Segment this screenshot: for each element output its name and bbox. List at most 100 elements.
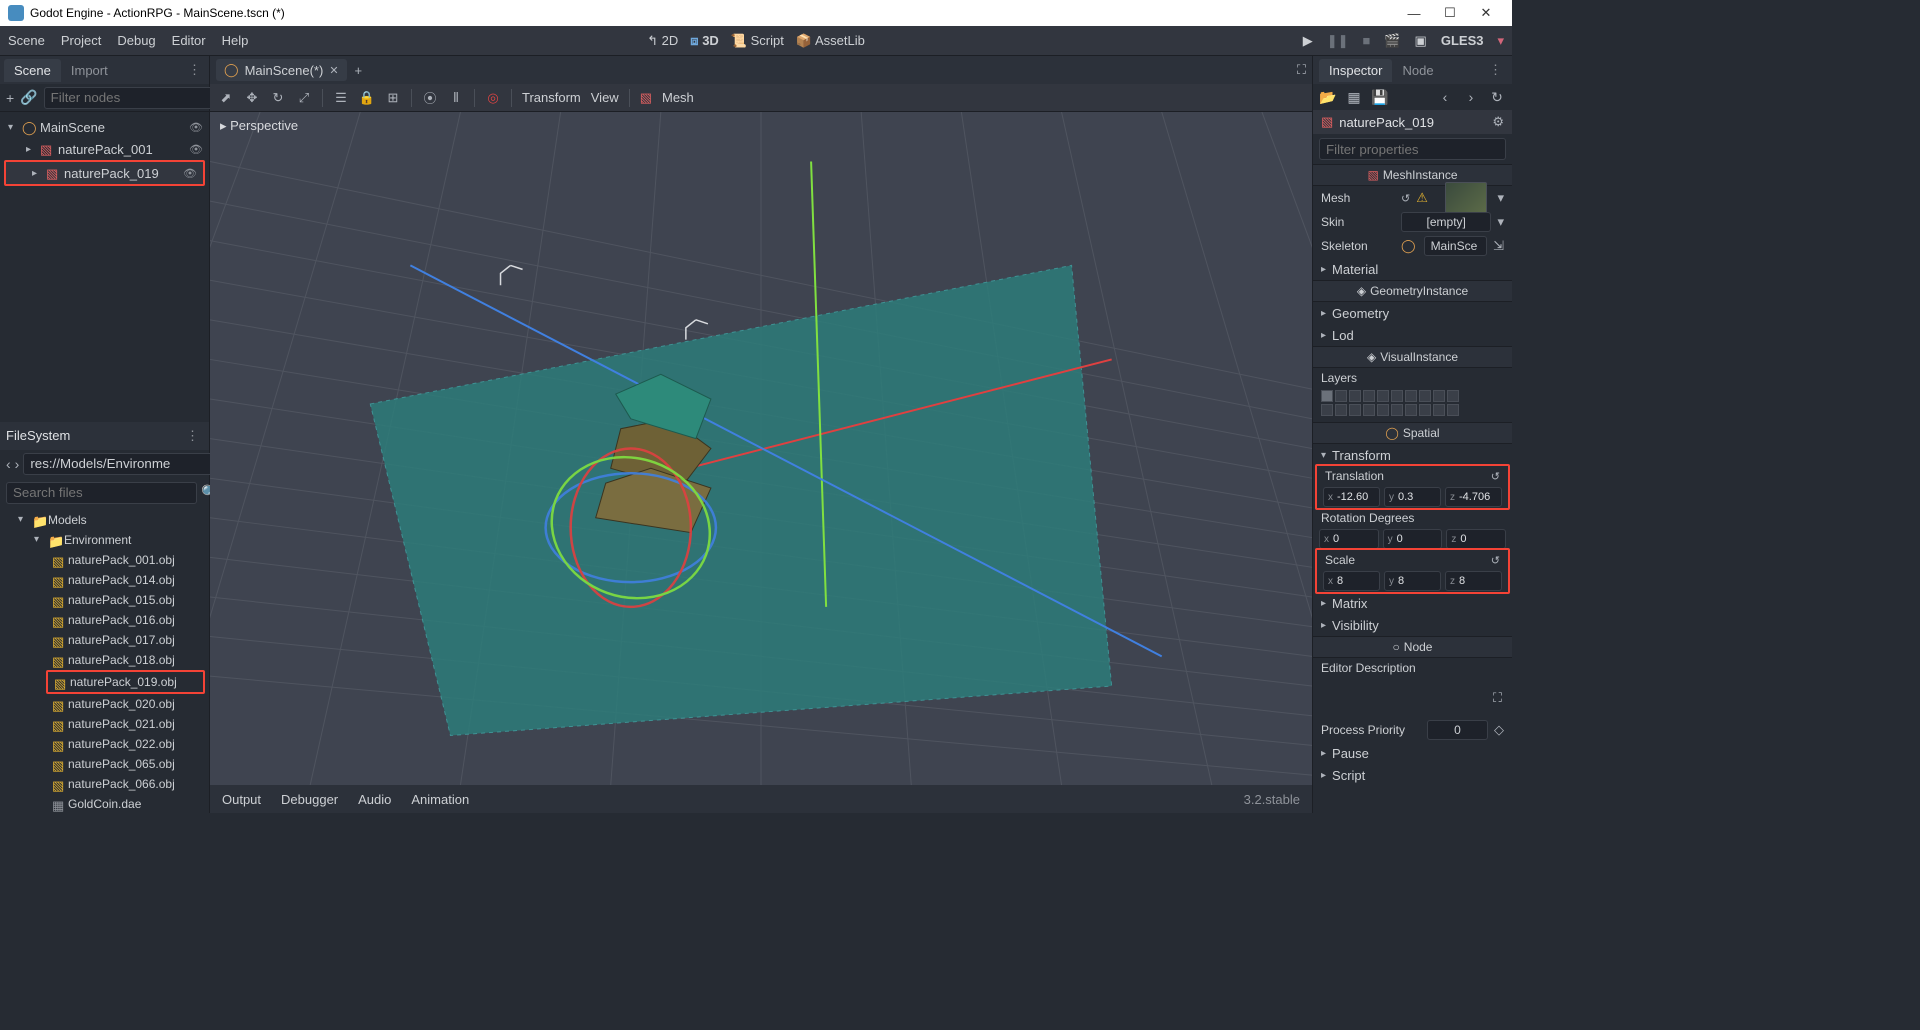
history-forward-icon[interactable]: › — [1462, 88, 1480, 106]
file-row[interactable]: ▧naturePack_065.obj — [0, 754, 209, 774]
perspective-label[interactable]: ▸ Perspective — [220, 118, 298, 134]
scale-tool-icon[interactable]: ⤢ — [296, 90, 312, 106]
history-back-icon[interactable]: ‹ — [1436, 88, 1454, 106]
visibility-toggle-icon[interactable]: 👁 — [189, 121, 203, 134]
nav-back-button[interactable]: ‹ — [6, 455, 11, 473]
expander-transform[interactable]: ▾Transform — [1313, 444, 1512, 466]
file-row[interactable]: ▧naturePack_016.obj — [0, 610, 209, 630]
reset-mesh-icon[interactable]: ↺ — [1401, 192, 1410, 205]
pause-button[interactable]: ❚❚ — [1327, 33, 1349, 49]
view-menu[interactable]: View — [591, 90, 619, 105]
file-row[interactable]: ▧naturePack_017.obj — [0, 630, 209, 650]
viewport-3d[interactable]: ▸ Perspective — [210, 112, 1312, 785]
tab-audio[interactable]: Audio — [358, 792, 391, 807]
file-row[interactable]: ▾📁Models — [0, 510, 209, 530]
play-custom-button[interactable]: ▣ — [1415, 33, 1427, 49]
maximize-button[interactable]: ☐ — [1432, 5, 1468, 21]
snap-icon[interactable]: ⫴ — [448, 90, 464, 106]
translation-y-input[interactable]: y0.3 — [1384, 487, 1441, 507]
file-row[interactable]: ▦GoldCoin.dae — [0, 794, 209, 814]
minimize-button[interactable]: — — [1396, 6, 1432, 21]
prop-skeleton-value[interactable]: MainSce — [1424, 236, 1488, 256]
save-resource-icon[interactable]: 💾 — [1371, 88, 1389, 106]
rotate-tool-icon[interactable]: ↻ — [270, 90, 286, 106]
file-row[interactable]: ▧naturePack_001.obj — [0, 550, 209, 570]
expander-script[interactable]: ▸Script — [1313, 764, 1512, 786]
mesh-menu[interactable]: Mesh — [662, 90, 694, 105]
menu-scene[interactable]: Scene — [8, 33, 45, 48]
scene-tree-item[interactable]: ▾◯MainScene👁 — [0, 116, 209, 138]
path-input[interactable] — [23, 453, 214, 475]
file-row[interactable]: ▧naturePack_015.obj — [0, 590, 209, 610]
tab-node[interactable]: Node — [1392, 59, 1443, 82]
editor-3d-button[interactable]: ⧈ 3D — [690, 33, 719, 49]
visibility-toggle-icon[interactable]: 👁 — [183, 167, 197, 180]
editor-assetlib-button[interactable]: 📦 AssetLib — [796, 33, 865, 49]
file-row[interactable]: ▧naturePack_018.obj — [0, 650, 209, 670]
translation-z-input[interactable]: z-4.706 — [1445, 487, 1502, 507]
file-row[interactable]: ▧naturePack_020.obj — [0, 694, 209, 714]
tab-inspector[interactable]: Inspector — [1319, 59, 1392, 82]
file-row[interactable]: ▧naturePack_019.obj — [48, 672, 203, 692]
inspector-menu-icon[interactable]: ⋮ — [1485, 62, 1506, 78]
move-tool-icon[interactable]: ✥ — [244, 90, 260, 106]
visibility-toggle-icon[interactable]: 👁 — [189, 143, 203, 156]
tab-output[interactable]: Output — [222, 792, 261, 807]
menu-debug[interactable]: Debug — [117, 33, 155, 48]
expander-geometry[interactable]: ▸Geometry — [1313, 302, 1512, 324]
history-menu-icon[interactable]: ↻ — [1488, 88, 1506, 106]
scene-tree-item[interactable]: ▸▧naturePack_001👁 — [0, 138, 209, 160]
dropdown-icon[interactable]: ▾ — [1497, 190, 1504, 206]
node-settings-icon[interactable]: ⚙ — [1492, 114, 1504, 130]
filter-properties-input[interactable] — [1319, 138, 1506, 160]
file-row[interactable]: ▧naturePack_022.obj — [0, 734, 209, 754]
file-row[interactable]: ▧naturePack_014.obj — [0, 570, 209, 590]
process-priority-value[interactable]: 0 — [1427, 720, 1488, 740]
dock-menu-icon[interactable]: ⋮ — [184, 62, 205, 78]
scene-tree-item[interactable]: ▸▧naturePack_019👁 — [6, 162, 203, 184]
file-row[interactable]: ▾📁Environment — [0, 530, 209, 550]
editor-script-button[interactable]: 📜 Script — [731, 33, 784, 49]
tab-import[interactable]: Import — [61, 59, 118, 82]
expander-visibility[interactable]: ▸Visibility — [1313, 614, 1512, 636]
menu-help[interactable]: Help — [222, 33, 249, 48]
expand-description-icon[interactable]: ⛶ — [1493, 690, 1502, 706]
reset-translation-icon[interactable]: ↺ — [1491, 470, 1500, 483]
rotation-x-input[interactable]: x0 — [1319, 529, 1379, 549]
group-icon[interactable]: ⊞ — [385, 90, 401, 106]
expander-matrix[interactable]: ▸Matrix — [1313, 592, 1512, 614]
renderer-select[interactable]: GLES3 — [1441, 33, 1484, 48]
close-tab-icon[interactable]: ✕ — [329, 64, 338, 77]
dropdown-icon[interactable]: ▾ — [1497, 214, 1504, 230]
instance-button[interactable]: 🔗 — [20, 89, 37, 107]
menu-project[interactable]: Project — [61, 33, 101, 48]
stop-button[interactable]: ■ — [1363, 33, 1371, 48]
scale-x-input[interactable]: x8 — [1323, 571, 1380, 591]
new-resource-icon[interactable]: ▦ — [1345, 88, 1363, 106]
file-search-input[interactable] — [6, 482, 197, 504]
camera-override-icon[interactable]: ◎ — [485, 90, 501, 106]
editor-2d-button[interactable]: ↰ 2D — [647, 33, 678, 49]
assign-icon[interactable]: ⇲ — [1493, 238, 1504, 254]
filesystem-menu-icon[interactable]: ⋮ — [182, 428, 203, 444]
add-node-button[interactable]: + — [6, 89, 14, 107]
spin-icon[interactable]: ◇ — [1494, 722, 1504, 738]
close-button[interactable]: ✕ — [1468, 5, 1504, 21]
tab-debugger[interactable]: Debugger — [281, 792, 338, 807]
translation-x-input[interactable]: x-12.60 — [1323, 487, 1380, 507]
open-resource-icon[interactable]: 📂 — [1319, 88, 1337, 106]
scene-filter-input[interactable] — [44, 87, 235, 109]
transform-menu[interactable]: Transform — [522, 90, 581, 105]
rotation-y-input[interactable]: y0 — [1383, 529, 1443, 549]
scale-z-input[interactable]: z8 — [1445, 571, 1502, 591]
select-tool-icon[interactable]: ⬈ — [218, 90, 234, 106]
play-button[interactable]: ▶ — [1303, 33, 1313, 49]
tab-animation[interactable]: Animation — [411, 792, 469, 807]
scene-tab-main[interactable]: ◯ MainScene(*) ✕ — [216, 59, 347, 81]
scale-y-input[interactable]: y8 — [1384, 571, 1441, 591]
expander-material[interactable]: ▸Material — [1313, 258, 1512, 280]
tab-scene[interactable]: Scene — [4, 59, 61, 82]
file-row[interactable]: ▧naturePack_066.obj — [0, 774, 209, 794]
reset-scale-icon[interactable]: ↺ — [1491, 554, 1500, 567]
layers-grid[interactable] — [1313, 388, 1512, 422]
